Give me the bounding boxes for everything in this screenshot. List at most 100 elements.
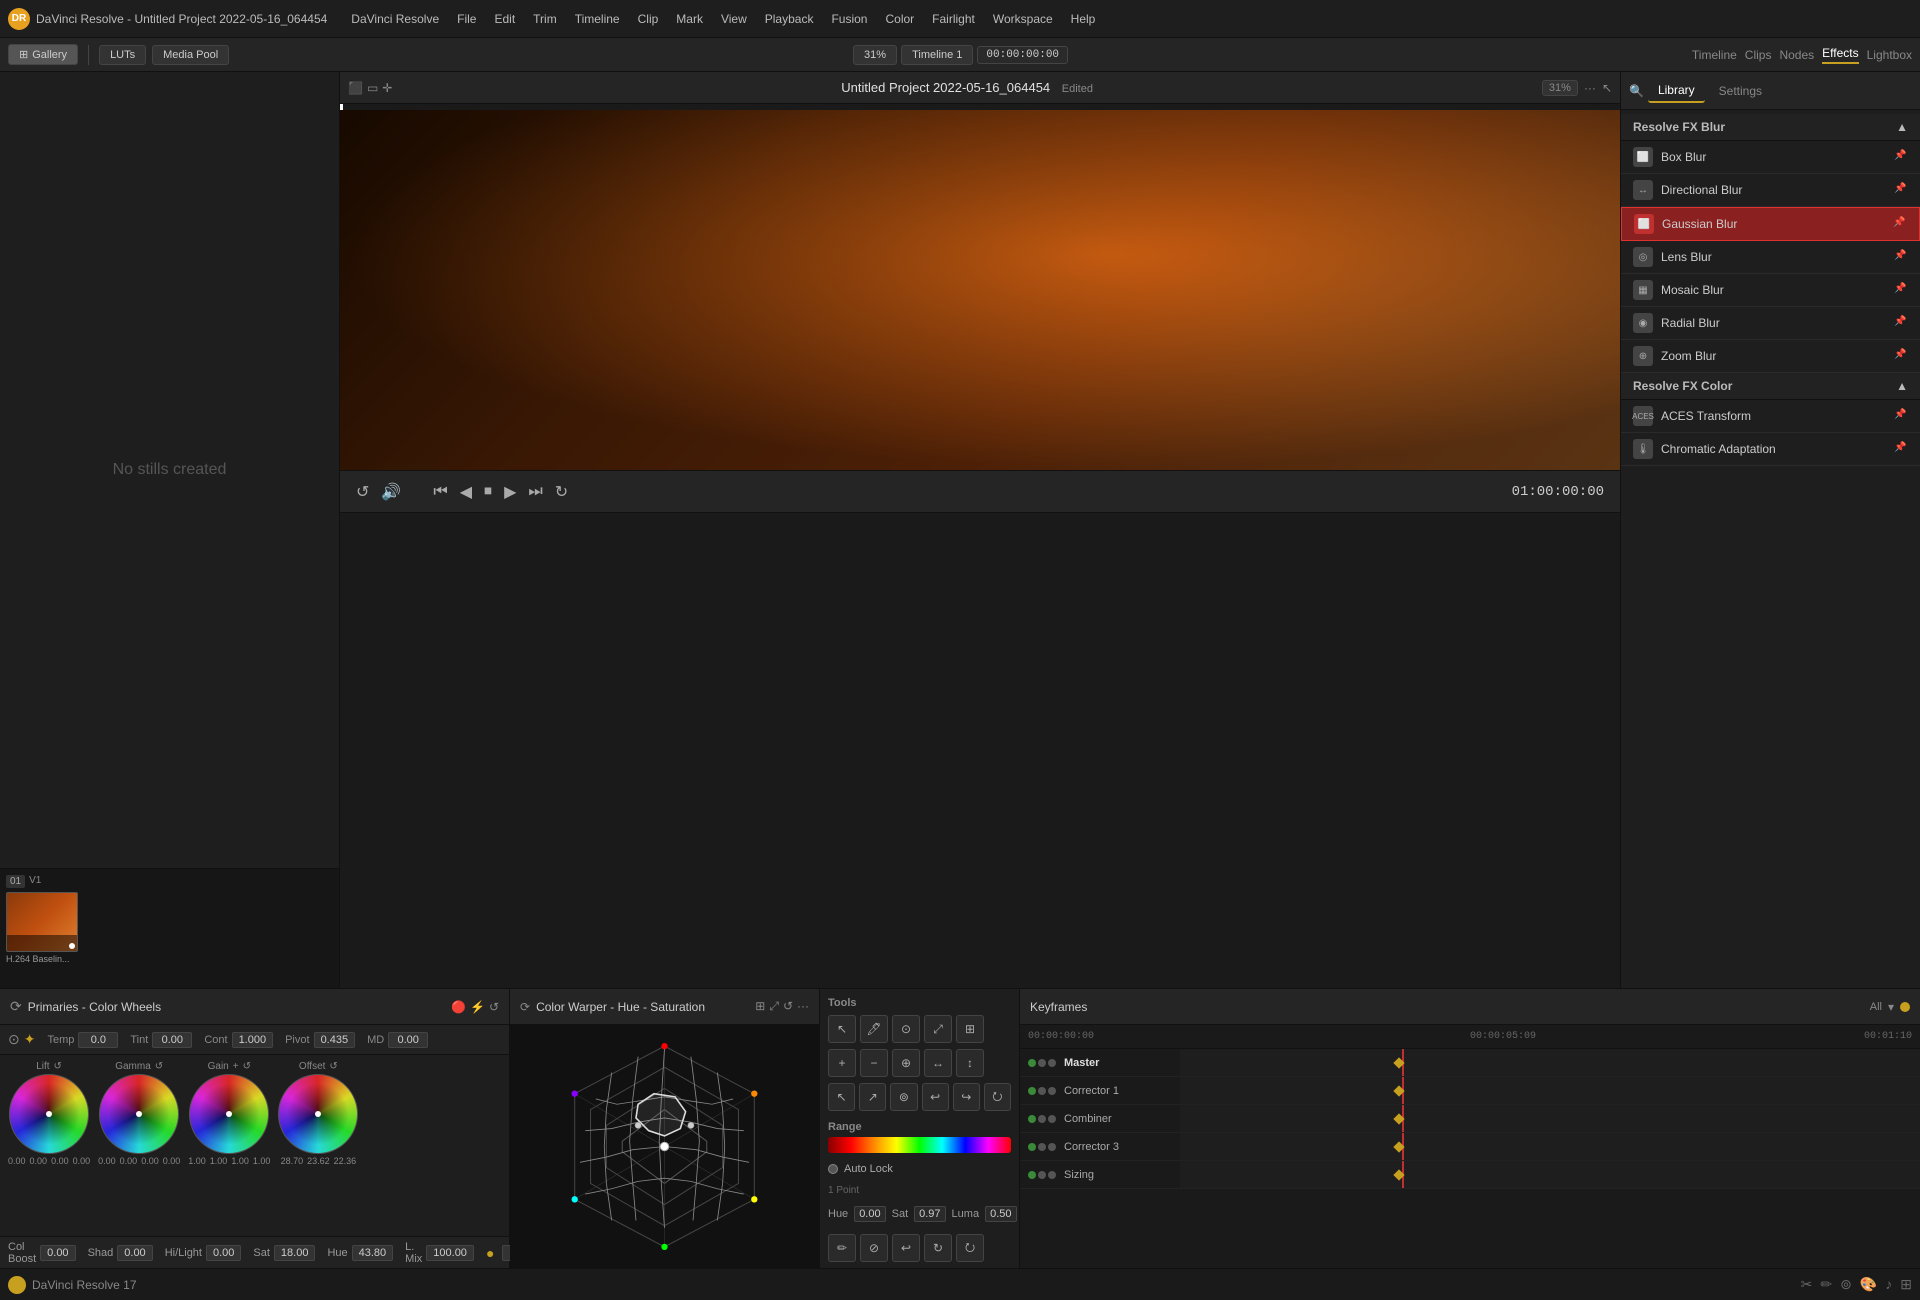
gamma-wheel[interactable]: [99, 1074, 179, 1154]
stop-button[interactable]: ⏹: [484, 483, 492, 501]
menu-clip[interactable]: Clip: [630, 8, 667, 30]
more-options-icon[interactable]: ···: [1584, 81, 1596, 95]
menu-timeline[interactable]: Timeline: [567, 8, 628, 30]
md-value[interactable]: 0.00: [388, 1032, 428, 1048]
hue-value[interactable]: 0.00: [854, 1206, 885, 1222]
redo-tool-btn[interactable]: ↪: [953, 1083, 980, 1111]
wheel-mode-reset-icon[interactable]: ⊙: [8, 1031, 20, 1048]
color-sync-icon[interactable]: ⟳: [10, 998, 22, 1015]
shad-value[interactable]: 0.00: [117, 1245, 152, 1261]
redo2-tool-btn[interactable]: ↻: [924, 1234, 952, 1262]
temp-value[interactable]: 0.0: [78, 1032, 118, 1048]
gallery-button[interactable]: ⊞ Gallery: [8, 44, 78, 65]
eyedropper-tool-btn[interactable]: ⊙: [892, 1015, 920, 1043]
cont-value[interactable]: 1.000: [232, 1032, 274, 1048]
resolve-fx-color-header[interactable]: Resolve FX Color ▲: [1621, 373, 1920, 400]
pencil-tool-btn[interactable]: ✏: [828, 1234, 856, 1262]
volume-icon[interactable]: 🔊: [381, 482, 401, 502]
menu-help[interactable]: Help: [1063, 8, 1104, 30]
timeline-dropdown[interactable]: Timeline 1: [901, 45, 973, 65]
preview-mode-icon[interactable]: ⬛: [348, 81, 363, 95]
nav-effects[interactable]: Effects: [1822, 46, 1858, 64]
fx-radial-blur[interactable]: ◉ Radial Blur 📌: [1621, 307, 1920, 340]
menu-davinciresovle[interactable]: DaVinci Resolve: [343, 8, 447, 30]
menu-file[interactable]: File: [449, 8, 484, 30]
warper-grid[interactable]: [510, 1025, 819, 1268]
menu-fairlight[interactable]: Fairlight: [924, 8, 983, 30]
luma-value[interactable]: 0.50: [985, 1206, 1016, 1222]
undo2-tool-btn[interactable]: ↩: [892, 1234, 920, 1262]
menu-view[interactable]: View: [713, 8, 755, 30]
resolve-fx-blur-header[interactable]: Resolve FX Blur ▲: [1621, 114, 1920, 141]
menu-trim[interactable]: Trim: [525, 8, 565, 30]
hilight-value[interactable]: 0.00: [206, 1245, 241, 1261]
gamma-reset-icon[interactable]: ↺: [155, 1061, 163, 1072]
edit-icon[interactable]: ✏: [1820, 1276, 1832, 1293]
fx-directional-blur[interactable]: ↔ Directional Blur 📌: [1621, 174, 1920, 207]
play-button[interactable]: ▶: [504, 482, 516, 502]
kf-sizing-timeline[interactable]: [1180, 1161, 1920, 1188]
fusion-icon[interactable]: ⊚: [1840, 1276, 1852, 1293]
fx-lens-blur[interactable]: ◎ Lens Blur 📌: [1621, 241, 1920, 274]
media-pool-button[interactable]: Media Pool: [152, 45, 229, 65]
menu-workspace[interactable]: Workspace: [985, 8, 1061, 30]
warper-more-icon[interactable]: ···: [797, 999, 809, 1014]
color-reset-icon[interactable]: ↺: [489, 1000, 499, 1014]
nav-lightbox[interactable]: Lightbox: [1867, 48, 1912, 62]
sat-value[interactable]: 18.00: [274, 1245, 316, 1261]
gain-reset-icon[interactable]: ↺: [243, 1061, 251, 1072]
lift-reset-icon[interactable]: ↺: [54, 1061, 62, 1072]
pivot-value[interactable]: 0.435: [314, 1032, 356, 1048]
lasso-tool-btn[interactable]: ⊚: [890, 1083, 917, 1111]
hue-value[interactable]: 43.80: [352, 1245, 394, 1261]
minus-tool-btn[interactable]: −: [860, 1049, 888, 1077]
menu-edit[interactable]: Edit: [486, 8, 523, 30]
nav-clips[interactable]: Clips: [1745, 48, 1772, 62]
nav-nodes[interactable]: Nodes: [1779, 48, 1814, 62]
brush-tool-btn[interactable]: 🖊: [860, 1015, 888, 1043]
menu-mark[interactable]: Mark: [668, 8, 711, 30]
rotate-tool-btn[interactable]: ↔: [924, 1049, 952, 1077]
fx-zoom-blur[interactable]: ⊕ Zoom Blur 📌: [1621, 340, 1920, 373]
clip-thumbnail[interactable]: [6, 892, 78, 952]
offset-reset-icon[interactable]: ↺: [329, 1061, 337, 1072]
sat-value[interactable]: 0.97: [914, 1206, 945, 1222]
eraser-tool-btn[interactable]: ⊘: [860, 1234, 888, 1262]
warper-expand-icon[interactable]: ⤢: [769, 999, 779, 1014]
fit-tool-btn[interactable]: ⊞: [956, 1015, 984, 1043]
menu-color[interactable]: Color: [877, 8, 922, 30]
kf-corrector1-timeline[interactable]: [1180, 1077, 1920, 1104]
tab-library[interactable]: Library: [1648, 79, 1705, 103]
tab-settings[interactable]: Settings: [1709, 80, 1772, 102]
warper-sync-icon[interactable]: ⟳: [520, 1000, 530, 1014]
skip-to-end-button[interactable]: ⏭: [528, 483, 542, 501]
fx-chromatic-adaptation[interactable]: 🌡 Chromatic Adaptation 📌: [1621, 433, 1920, 466]
scale-tool-btn[interactable]: ↕: [956, 1049, 984, 1077]
step-back-button[interactable]: ◀: [460, 482, 472, 502]
color-bars-icon[interactable]: ⚡: [470, 1000, 485, 1014]
refresh-tool-btn[interactable]: ⭮: [956, 1234, 984, 1262]
color-ball-icon[interactable]: ●: [486, 1245, 494, 1261]
select-tool-btn[interactable]: ↖: [828, 1083, 855, 1111]
gain-wheel[interactable]: [189, 1074, 269, 1154]
tint-value[interactable]: 0.00: [152, 1032, 192, 1048]
kf-corrector3-timeline[interactable]: [1180, 1133, 1920, 1160]
lmix-value[interactable]: 100.00: [426, 1245, 474, 1261]
lift-wheel[interactable]: [9, 1074, 89, 1154]
color-icon[interactable]: 🎨: [1860, 1276, 1877, 1293]
kf-master-timeline[interactable]: [1180, 1049, 1920, 1076]
fx-aces-transform[interactable]: ACES ACES Transform 📌: [1621, 400, 1920, 433]
range-bar[interactable]: [828, 1137, 1011, 1153]
wheel-mode-select-icon[interactable]: ✦: [24, 1031, 36, 1048]
gain-add-icon[interactable]: +: [233, 1061, 239, 1072]
color-add-icon[interactable]: 🔴: [451, 1000, 466, 1014]
cursor-tool-btn[interactable]: ↖: [828, 1015, 856, 1043]
col-boost-value[interactable]: 0.00: [40, 1245, 75, 1261]
fx-mosaic-blur[interactable]: ▦ Mosaic Blur 📌: [1621, 274, 1920, 307]
kf-combiner-timeline[interactable]: [1180, 1105, 1920, 1132]
nav-timeline[interactable]: Timeline: [1692, 48, 1737, 62]
search-icon[interactable]: 🔍: [1629, 84, 1644, 98]
luts-button[interactable]: LUTs: [99, 45, 146, 65]
fx-box-blur[interactable]: ⬜ Box Blur 📌: [1621, 141, 1920, 174]
kf-dropdown-icon[interactable]: ▾: [1888, 1000, 1894, 1014]
